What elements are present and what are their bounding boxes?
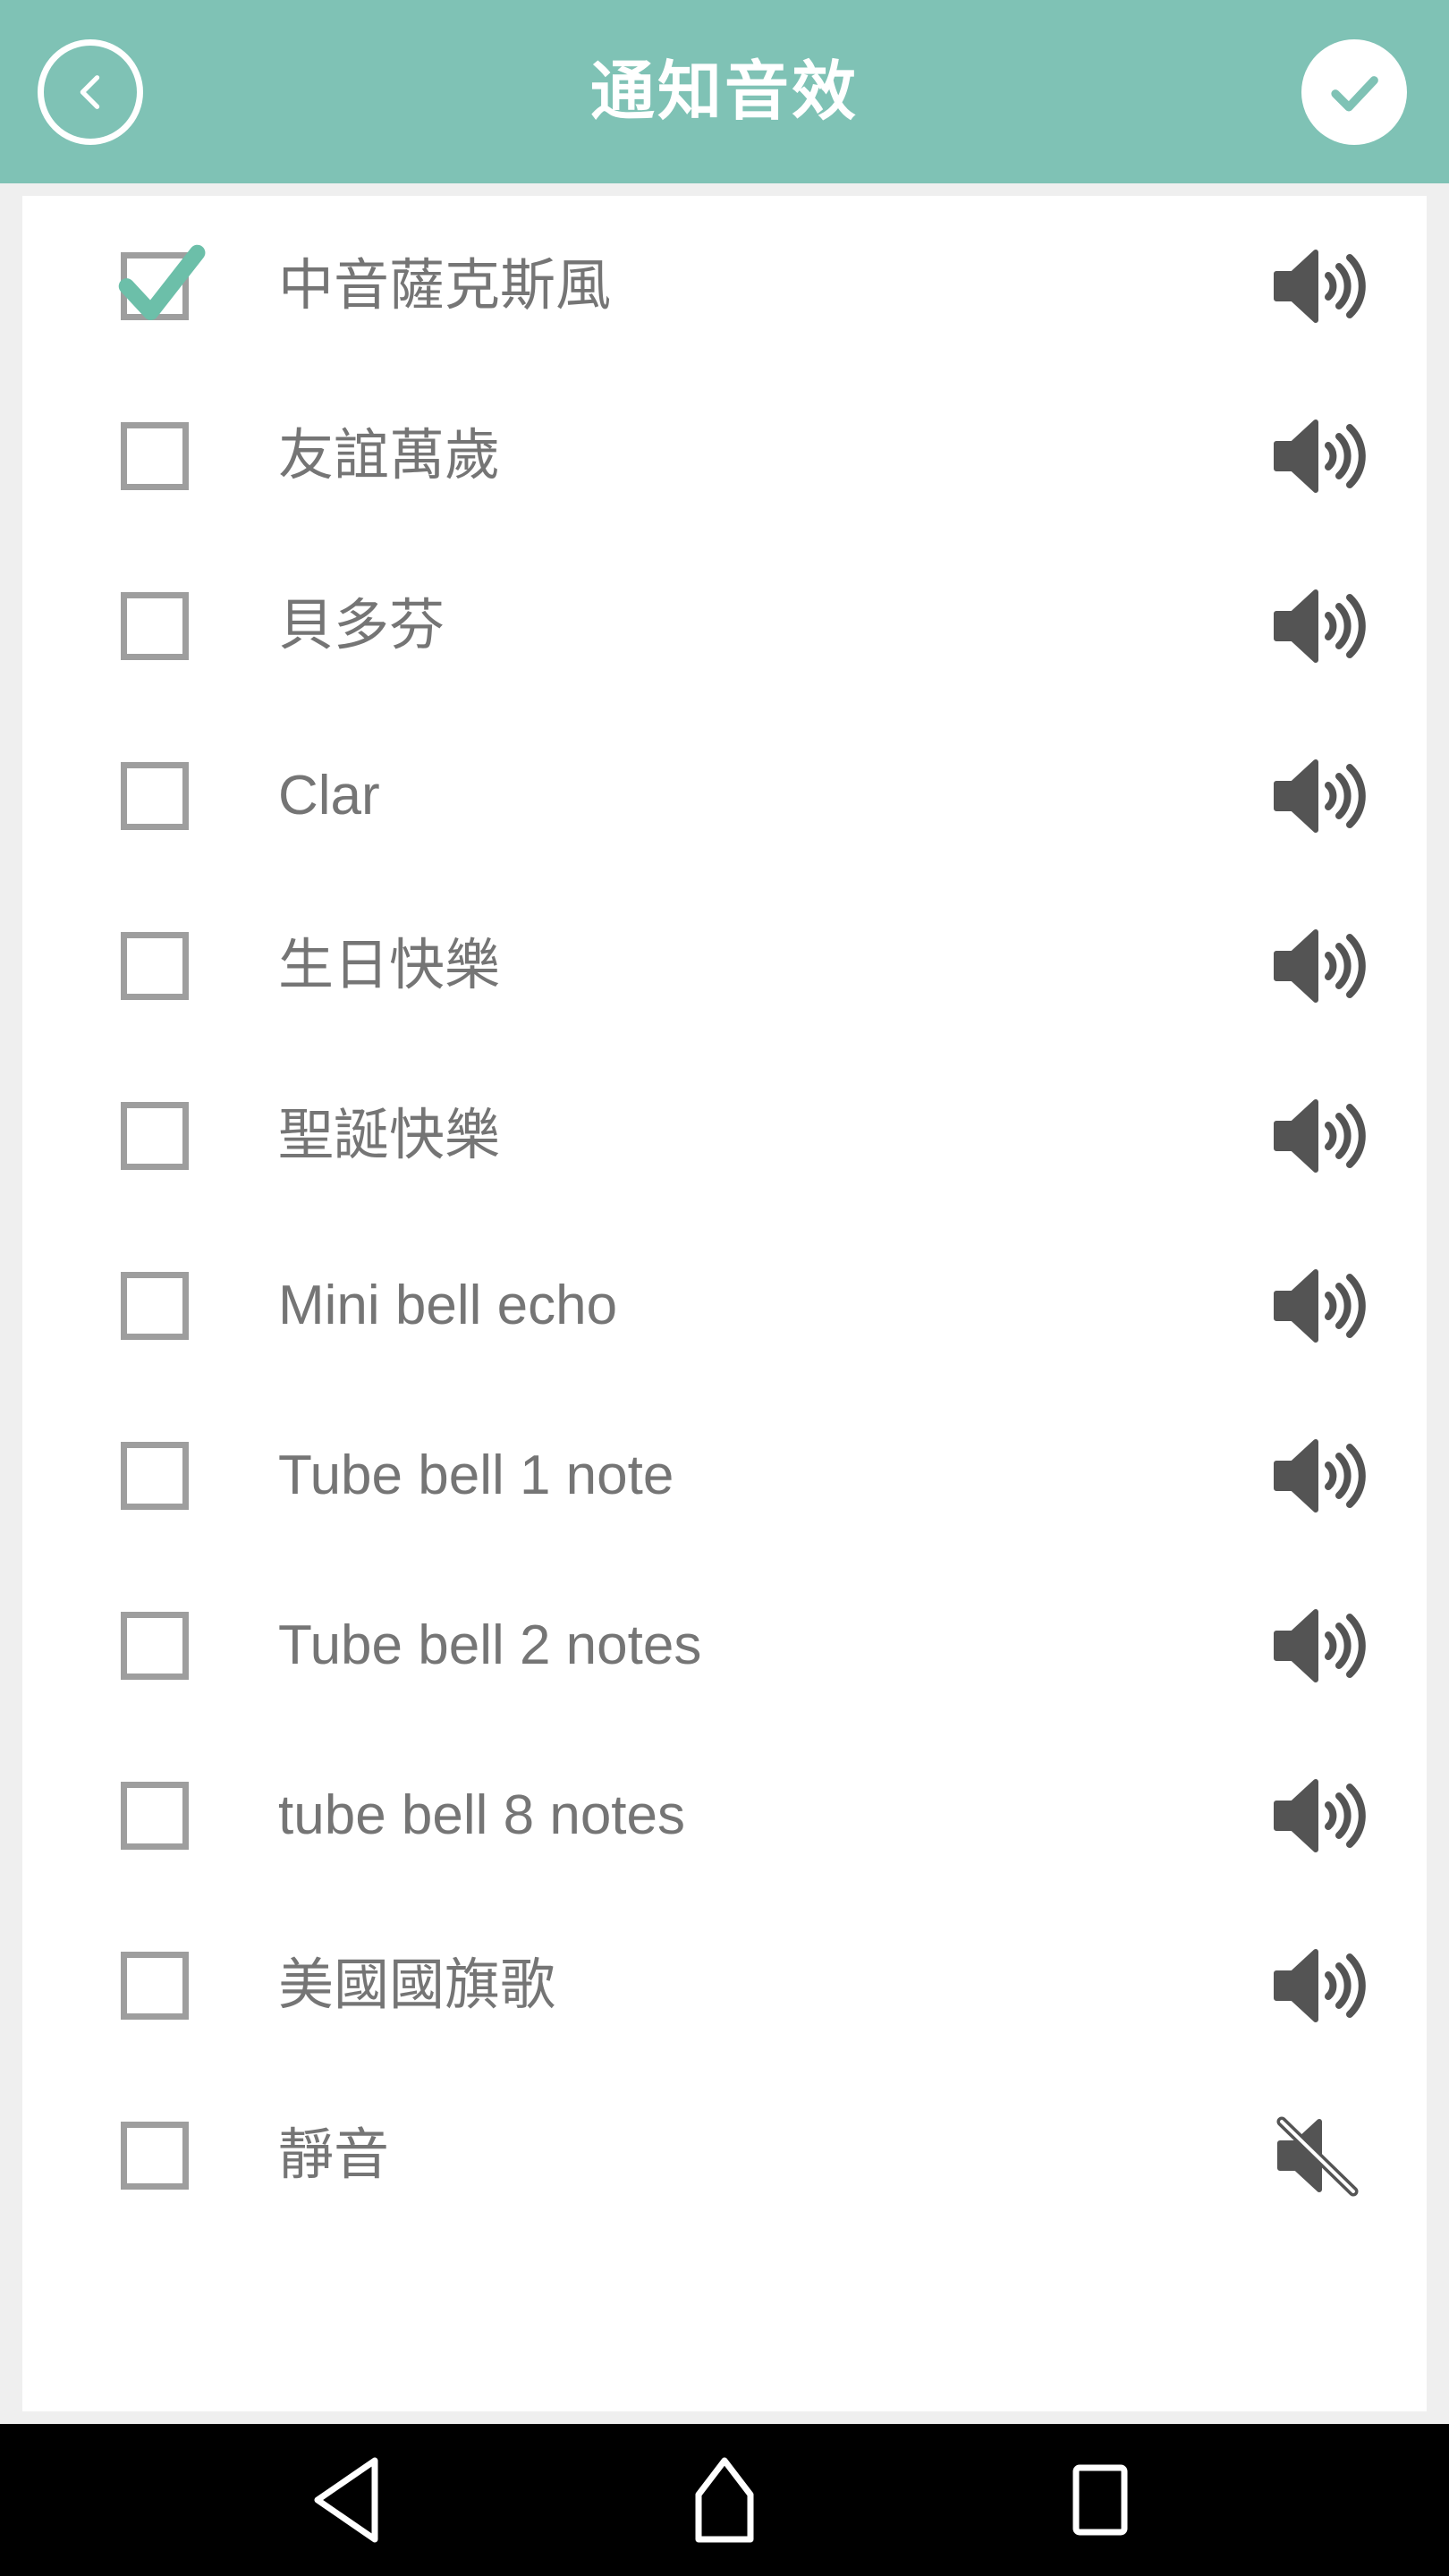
check-circle-icon xyxy=(1322,60,1386,124)
sound-name-label: 中音薩克斯風 xyxy=(278,257,612,316)
sound-list-item[interactable]: 美國國旗歌 xyxy=(22,1901,1427,2071)
sound-list-item[interactable]: Tube bell 2 notes xyxy=(22,1561,1427,1731)
nav-back-button[interactable] xyxy=(277,2446,420,2554)
sound-list-item[interactable]: 友誼萬歲 xyxy=(22,371,1427,541)
checkbox-box xyxy=(121,2122,189,2190)
speaker-on-icon[interactable] xyxy=(1264,1773,1371,1859)
speaker-on-icon[interactable] xyxy=(1264,1263,1371,1349)
checkbox-box xyxy=(121,932,189,1000)
sound-checkbox[interactable] xyxy=(121,2122,189,2190)
sound-name-label: tube bell 8 notes xyxy=(278,1786,686,1845)
confirm-button[interactable] xyxy=(1301,38,1407,145)
sound-name-label: 生日快樂 xyxy=(278,936,501,996)
checkbox-box xyxy=(121,1612,189,1680)
sound-checkbox[interactable] xyxy=(121,422,189,490)
sound-checkbox[interactable] xyxy=(121,762,189,830)
sound-name-label: Tube bell 1 note xyxy=(278,1446,674,1505)
speaker-mute-icon[interactable] xyxy=(1264,2113,1371,2199)
sound-list-item[interactable]: 生日快樂 xyxy=(22,881,1427,1051)
sound-list-item[interactable]: tube bell 8 notes xyxy=(22,1731,1427,1901)
checkbox-box xyxy=(121,1272,189,1340)
home-icon xyxy=(684,2455,765,2545)
speaker-on-icon[interactable] xyxy=(1264,923,1371,1009)
sound-name-label: Clar xyxy=(278,767,380,826)
page-title: 通知音效 xyxy=(589,55,859,128)
sound-list-item[interactable]: Clar xyxy=(22,711,1427,881)
sound-list-item[interactable]: Mini bell echo xyxy=(22,1221,1427,1391)
triangle-back-icon xyxy=(310,2455,387,2545)
sound-checkbox[interactable] xyxy=(121,1102,189,1170)
square-recents-icon xyxy=(1064,2460,1136,2540)
sound-name-label: 靜音 xyxy=(278,2126,390,2185)
sound-list-item[interactable]: 貝多芬 xyxy=(22,541,1427,711)
sound-list-item[interactable]: 中音薩克斯風 xyxy=(22,201,1427,371)
checkbox-box xyxy=(121,1102,189,1170)
android-navigation-bar xyxy=(0,2424,1449,2576)
speaker-on-icon[interactable] xyxy=(1264,413,1371,499)
sound-checkbox[interactable] xyxy=(121,1272,189,1340)
app-bar: 通知音效 xyxy=(0,0,1449,183)
sound-name-label: Tube bell 2 notes xyxy=(278,1616,702,1675)
sound-list-item[interactable]: 靜音 xyxy=(22,2071,1427,2241)
sound-name-label: Mini bell echo xyxy=(278,1276,618,1335)
phone-screen: 通知音效 中音薩克斯風 友誼萬歲貝多芬 Clar 生日快樂聖誕快樂 Mini bell … xyxy=(0,0,1449,2576)
checkbox-box xyxy=(121,1782,189,1850)
speaker-on-icon[interactable] xyxy=(1264,1943,1371,2029)
sound-checkbox[interactable] xyxy=(121,1612,189,1680)
speaker-on-icon[interactable] xyxy=(1264,1603,1371,1689)
checkbox-box xyxy=(121,592,189,660)
checkmark-icon xyxy=(114,240,207,333)
sound-checkbox[interactable] xyxy=(121,1782,189,1850)
sound-list: 中音薩克斯風 友誼萬歲貝多芬 Clar 生日快樂聖誕快樂 Mini bell echo T… xyxy=(22,201,1427,2241)
speaker-on-icon[interactable] xyxy=(1264,753,1371,839)
nav-home-button[interactable] xyxy=(653,2446,796,2554)
checkbox-box xyxy=(121,1442,189,1510)
sound-checkbox[interactable] xyxy=(121,1442,189,1510)
sound-name-label: 貝多芬 xyxy=(278,597,445,656)
speaker-on-icon[interactable] xyxy=(1264,1433,1371,1519)
sound-name-label: 友誼萬歲 xyxy=(278,427,501,486)
nav-recents-button[interactable] xyxy=(1029,2446,1172,2554)
speaker-on-icon[interactable] xyxy=(1264,1093,1371,1179)
sound-checkbox[interactable] xyxy=(121,592,189,660)
content-area: 中音薩克斯風 友誼萬歲貝多芬 Clar 生日快樂聖誕快樂 Mini bell echo T… xyxy=(0,183,1449,2424)
sound-list-item[interactable]: Tube bell 1 note xyxy=(22,1391,1427,1561)
sound-checkbox[interactable] xyxy=(118,244,206,320)
checkbox-box xyxy=(121,422,189,490)
checkbox-box xyxy=(121,762,189,830)
sound-name-label: 聖誕快樂 xyxy=(278,1106,501,1165)
sound-checkbox[interactable] xyxy=(121,932,189,1000)
sound-list-card: 中音薩克斯風 友誼萬歲貝多芬 Clar 生日快樂聖誕快樂 Mini bell echo T… xyxy=(22,196,1427,2411)
speaker-on-icon[interactable] xyxy=(1264,583,1371,669)
checkbox-box xyxy=(121,1952,189,2020)
sound-checkbox[interactable] xyxy=(121,1952,189,2020)
sound-list-item[interactable]: 聖誕快樂 xyxy=(22,1051,1427,1221)
sound-name-label: 美國國旗歌 xyxy=(278,1956,556,2015)
speaker-on-icon[interactable] xyxy=(1264,243,1371,329)
